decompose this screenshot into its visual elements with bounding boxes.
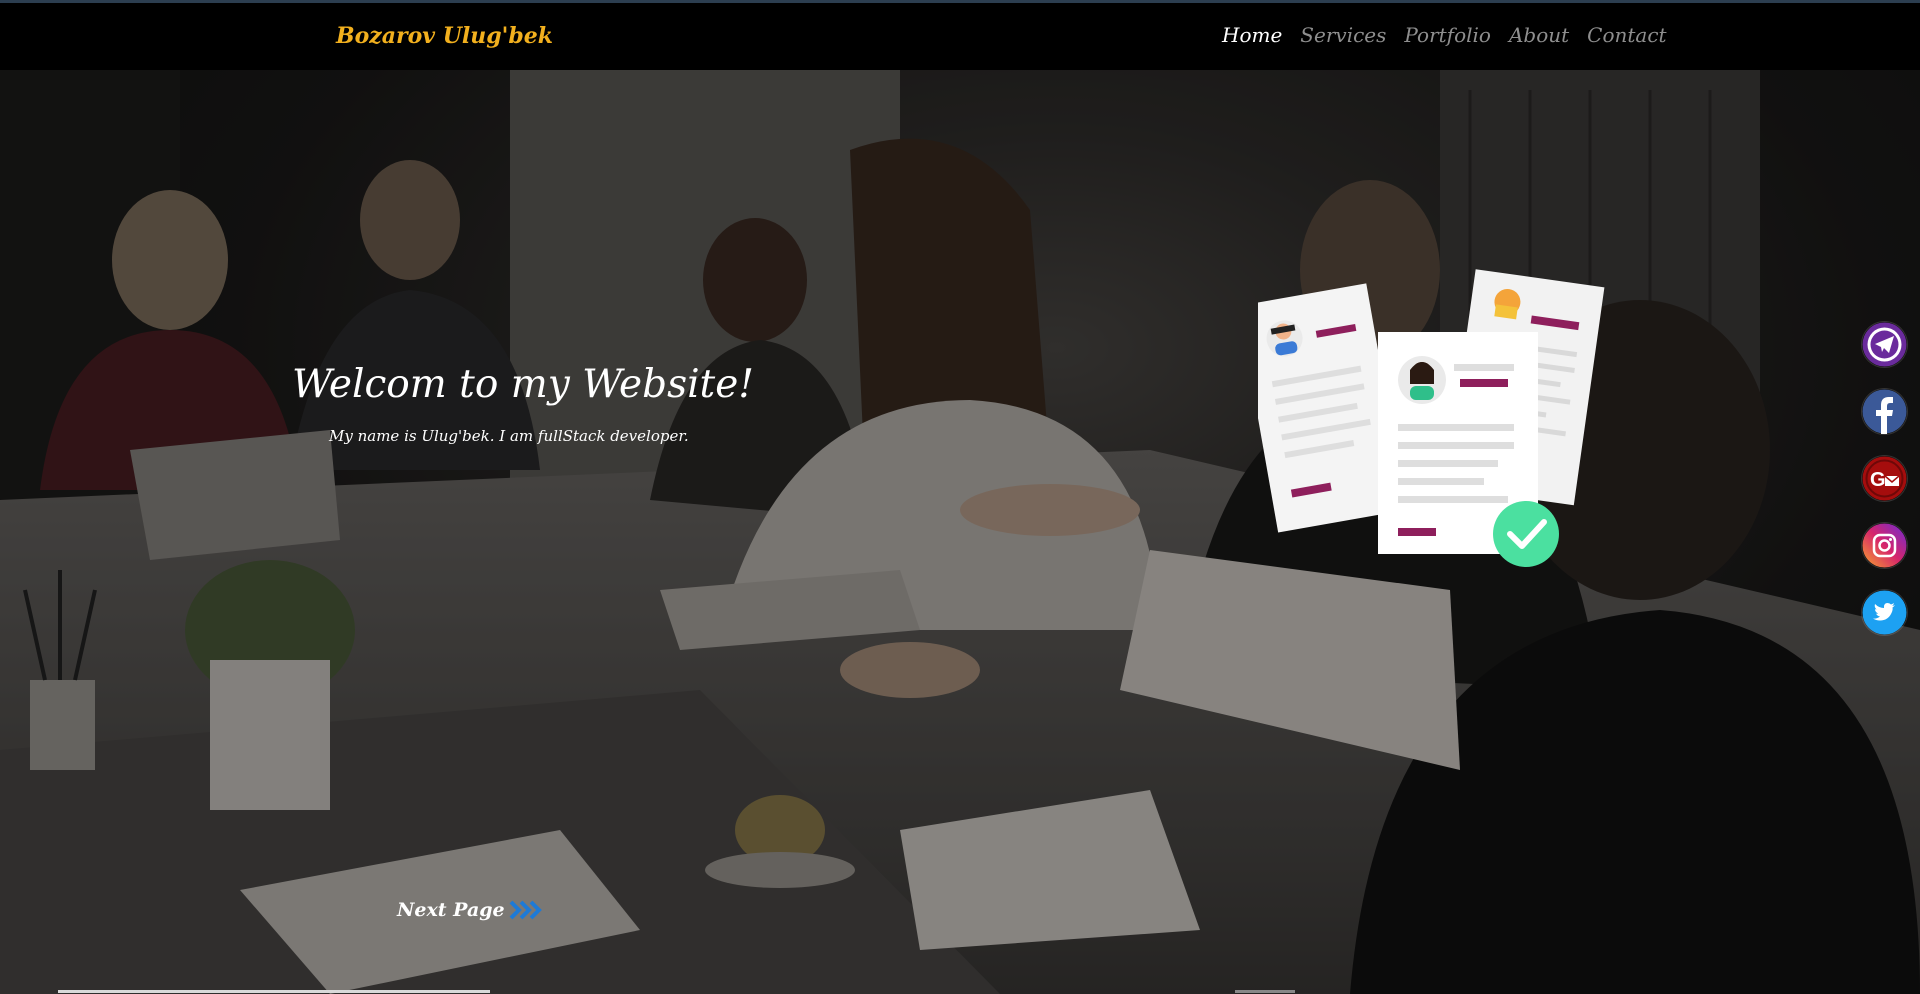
gmail-icon: G (1862, 456, 1907, 501)
facebook-link[interactable] (1862, 389, 1907, 434)
telegram-icon (1862, 322, 1907, 367)
next-page-label: Next Page (397, 899, 505, 921)
svg-text:G: G (1870, 469, 1886, 491)
hero-title: Welcom to my Website! (292, 362, 754, 407)
instagram-link[interactable] (1862, 523, 1907, 568)
page: Bozarov Ulug'bek Home Services Portfolio… (0, 0, 1920, 994)
twitter-link[interactable] (1862, 590, 1907, 635)
nav-item-services[interactable]: Services (1300, 23, 1386, 47)
telegram-link[interactable] (1862, 322, 1907, 367)
nav-item-contact[interactable]: Contact (1587, 23, 1666, 47)
chevron-right-icon (509, 900, 542, 920)
check-icon (1493, 501, 1559, 567)
nav-item-home[interactable]: Home (1222, 23, 1282, 47)
facebook-icon (1862, 389, 1907, 434)
next-page-button[interactable]: Next Page (397, 899, 543, 921)
bottom-scroll-line (58, 990, 490, 993)
twitter-icon (1862, 590, 1907, 635)
brand-logo[interactable]: Bozarov Ulug'bek (336, 23, 553, 49)
hero-subtitle: My name is Ulug'bek. I am fullStack deve… (329, 427, 689, 445)
resume-documents-illustration (1258, 269, 1605, 567)
nav-item-about[interactable]: About (1509, 23, 1569, 47)
bottom-scroll-indicator (1235, 990, 1295, 993)
nav-menu: Home Services Portfolio About Contact (1222, 23, 1667, 47)
navbar: Bozarov Ulug'bek Home Services Portfolio… (0, 3, 1920, 70)
gmail-link[interactable]: G (1862, 456, 1907, 501)
dark-overlay (0, 70, 1920, 994)
nav-item-portfolio[interactable]: Portfolio (1404, 23, 1491, 47)
instagram-icon (1862, 523, 1907, 568)
social-links: G (1862, 322, 1907, 635)
